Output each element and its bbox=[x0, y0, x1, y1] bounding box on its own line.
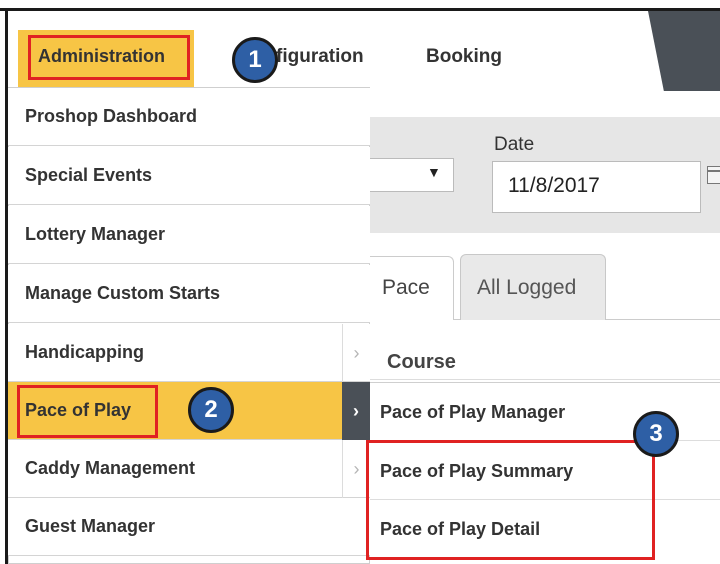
course-select[interactable] bbox=[370, 158, 454, 192]
table-header-divider bbox=[370, 379, 720, 380]
menu-item-label: Special Events bbox=[25, 165, 153, 185]
menu-item-label: Caddy Management bbox=[25, 458, 196, 478]
menu-item-label: Guest Manager bbox=[25, 516, 156, 536]
tab-pace-label: Pace bbox=[382, 276, 430, 299]
menu-item-special-events[interactable]: Special Events bbox=[8, 147, 370, 205]
tab-all-logged-label: All Logged bbox=[477, 276, 577, 299]
menu-item-caddy-management[interactable]: Caddy Management › bbox=[8, 440, 370, 498]
menu-item-label: Manage Custom Starts bbox=[25, 283, 221, 303]
course-column-header: Course bbox=[387, 351, 456, 373]
menu-item-proshop-dashboard[interactable]: Proshop Dashboard bbox=[8, 88, 370, 146]
menu-item-label: Lottery Manager bbox=[25, 224, 166, 244]
calendar-icon[interactable] bbox=[707, 166, 720, 184]
chevron-right-icon: › bbox=[342, 382, 370, 440]
menu-item-label: Handicapping bbox=[25, 342, 145, 362]
menu-item-lottery-manager[interactable]: Lottery Manager bbox=[8, 206, 370, 264]
step-3-badge: 3 bbox=[633, 411, 679, 457]
callout-box-pace-of-play bbox=[17, 385, 158, 438]
date-field-value: 11/8/2017 bbox=[508, 174, 600, 197]
chevron-right-icon: › bbox=[342, 324, 370, 382]
callout-box-submenu bbox=[366, 440, 655, 560]
menu-item-manage-custom-starts[interactable]: Manage Custom Starts bbox=[8, 265, 370, 323]
tab-booking[interactable]: Booking bbox=[426, 46, 502, 68]
menu-item-handicapping[interactable]: Handicapping › bbox=[8, 324, 370, 382]
submenu-item-label: Pace of Play Manager bbox=[380, 402, 566, 422]
tab-configuration[interactable]: figuration bbox=[276, 46, 364, 68]
step-2-badge: 2 bbox=[188, 387, 234, 433]
menu-item-label: Proshop Dashboard bbox=[25, 106, 198, 126]
menu-item-guest-manager[interactable]: Guest Manager bbox=[8, 498, 370, 556]
date-label: Date bbox=[494, 134, 535, 155]
step-1-badge: 1 bbox=[232, 37, 278, 83]
callout-box-administration bbox=[28, 35, 190, 80]
chevron-down-icon[interactable]: ▼ bbox=[427, 164, 441, 180]
frame-border-top bbox=[0, 8, 720, 11]
